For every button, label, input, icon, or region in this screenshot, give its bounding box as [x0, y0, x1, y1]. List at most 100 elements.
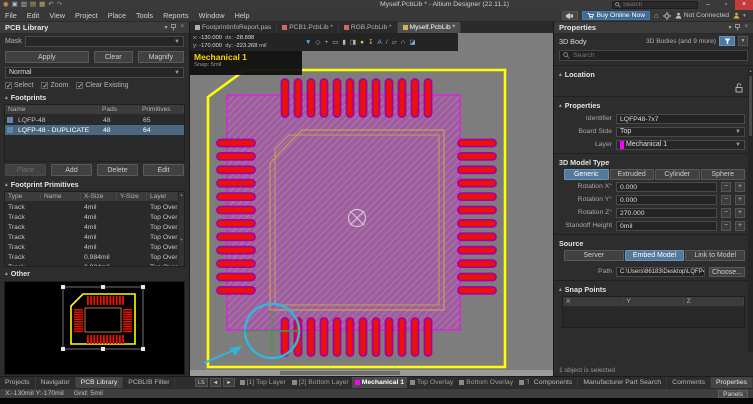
model-type-option[interactable]: Extruded — [610, 169, 655, 180]
option-checkbox[interactable]: Zoom — [41, 82, 68, 89]
document-tab[interactable]: Myself.PcbLib * — [398, 22, 461, 33]
menu-item[interactable]: Help — [230, 10, 255, 22]
pad[interactable] — [360, 318, 367, 356]
pad[interactable] — [458, 260, 496, 267]
pad[interactable] — [360, 79, 367, 117]
other-section-header[interactable]: ▴Other — [0, 267, 189, 280]
pad[interactable] — [458, 153, 496, 160]
layer-tab[interactable]: Mechanical 1 — [352, 377, 407, 388]
pad[interactable] — [217, 220, 255, 227]
primitives-scrollbar[interactable]: ▴▾ — [178, 192, 184, 266]
footprint-action-button[interactable]: Add — [51, 164, 92, 176]
menu-item[interactable]: View — [44, 10, 70, 22]
pad[interactable] — [386, 318, 393, 356]
close-button[interactable]: × — [735, 0, 753, 10]
pad[interactable] — [399, 318, 406, 356]
toolbar-icon[interactable]: / — [386, 39, 388, 46]
layer-tab[interactable]: Top Past — [516, 377, 529, 388]
primitive-row[interactable]: Track 4mil Top Over... — [5, 232, 184, 242]
primitive-row[interactable]: Track 0.984mil Top Over... — [5, 252, 184, 262]
layer-tab[interactable]: [2] Bottom Layer — [289, 377, 352, 388]
toolbar-icon[interactable]: ▼ — [305, 39, 311, 46]
magnify-button[interactable]: Magnify — [138, 51, 184, 63]
pad[interactable] — [217, 193, 255, 200]
clear-button[interactable]: Clear — [94, 51, 133, 63]
panels-button[interactable]: Panels — [718, 390, 748, 398]
filter-dropdown[interactable]: ▼ — [738, 36, 748, 46]
footprints-section-header[interactable]: ▴Footprints — [0, 91, 189, 104]
snap-table-body[interactable] — [563, 307, 744, 327]
pad[interactable] — [425, 79, 432, 117]
layer-prev-button[interactable]: ◄ — [210, 378, 221, 387]
panel-tab[interactable]: Navigator — [36, 377, 76, 388]
pad[interactable] — [217, 274, 255, 281]
model-type-option[interactable]: Cylinder — [655, 169, 700, 180]
quick-access-icon[interactable]: ▣ — [12, 0, 18, 10]
pad[interactable] — [458, 140, 496, 147]
toolbar-icon[interactable]: ▱ — [392, 38, 397, 46]
decrement-button[interactable]: − — [721, 221, 731, 231]
toolbar-icon[interactable]: ↧ — [368, 38, 373, 46]
menu-item[interactable]: Reports — [158, 10, 194, 22]
apply-button[interactable]: Apply — [5, 51, 89, 63]
pad[interactable] — [373, 79, 380, 117]
layer-sets-button[interactable]: LS — [195, 378, 208, 387]
pad[interactable] — [217, 207, 255, 214]
pad[interactable] — [386, 79, 393, 117]
horizontal-scrollbar[interactable] — [190, 370, 553, 376]
pad[interactable] — [458, 180, 496, 187]
panel-tab[interactable]: Components — [529, 377, 579, 388]
pad[interactable] — [217, 166, 255, 173]
pad[interactable] — [308, 79, 315, 117]
pad[interactable] — [458, 287, 496, 294]
source-option[interactable]: Embed Model — [625, 250, 685, 261]
settings-gear-icon[interactable] — [663, 12, 671, 20]
minimize-button[interactable]: – — [699, 0, 717, 10]
increment-button[interactable]: + — [735, 221, 745, 231]
menu-item[interactable]: Place — [103, 10, 131, 22]
rotation-field[interactable]: 0mil — [616, 221, 717, 231]
pad[interactable] — [334, 79, 341, 117]
pad[interactable] — [347, 79, 354, 117]
connection-status[interactable]: Not Connected — [675, 12, 729, 19]
pad[interactable] — [308, 318, 315, 356]
lock-icon[interactable] — [735, 83, 743, 93]
pin-icon[interactable] — [171, 24, 176, 31]
toolbar-icon[interactable]: ∩ — [401, 39, 406, 46]
path-field[interactable]: C:\Users\86183\Desktop\LQFP48-7x7.step — [616, 267, 705, 277]
document-tab[interactable]: FootprintInfoReport.pas — [190, 22, 277, 33]
toolbar-icon[interactable]: ◨ — [350, 38, 356, 46]
properties-search-input[interactable] — [573, 52, 733, 59]
increment-button[interactable]: + — [735, 195, 745, 205]
layer-tab[interactable]: Top Overlay — [407, 377, 456, 388]
menu-item[interactable]: File — [0, 10, 22, 22]
pad[interactable] — [458, 220, 496, 227]
footprint-action-button[interactable]: Delete — [97, 164, 138, 176]
footprint-row[interactable]: LQFP-48 - DUPLICATE 48 64 — [5, 125, 184, 135]
panel-tab[interactable]: PCB Library — [76, 377, 124, 388]
menu-item[interactable]: Tools — [131, 10, 158, 22]
primitive-row[interactable]: Track 0.984mil Top Over... — [5, 262, 184, 266]
model-type-option[interactable]: Sphere — [701, 169, 746, 180]
scrollbar-thumb[interactable] — [280, 371, 400, 375]
board-side-combo[interactable]: Top▼ — [616, 127, 745, 137]
toolbar-icon[interactable]: ▮ — [342, 38, 346, 46]
menu-item[interactable]: Window — [194, 10, 230, 22]
panel-tab[interactable]: Manufacturer Part Search — [578, 377, 667, 388]
rotation-field[interactable]: 0.000 — [616, 182, 717, 192]
footprint-row[interactable]: LQFP-48 48 65 — [5, 115, 184, 125]
toolbar-icon[interactable]: ◪ — [409, 38, 415, 46]
toolbar-icon[interactable]: A — [378, 39, 382, 46]
pad[interactable] — [334, 318, 341, 356]
increment-button[interactable]: + — [735, 182, 745, 192]
option-checkbox[interactable]: Clear Existing — [76, 82, 128, 89]
panel-dropdown-icon[interactable]: ▾ — [164, 24, 167, 31]
pad[interactable] — [458, 193, 496, 200]
pad[interactable] — [458, 274, 496, 281]
filter-button[interactable] — [719, 36, 735, 46]
layer-tab[interactable]: [1] Top Layer — [237, 377, 289, 388]
account-menu[interactable]: ▼ — [733, 12, 747, 19]
pad[interactable] — [295, 79, 302, 117]
pad[interactable] — [217, 260, 255, 267]
pcb-editor-canvas[interactable]: x: -130.000 dx: -28.898 y: -170.000 dy: … — [190, 33, 553, 376]
